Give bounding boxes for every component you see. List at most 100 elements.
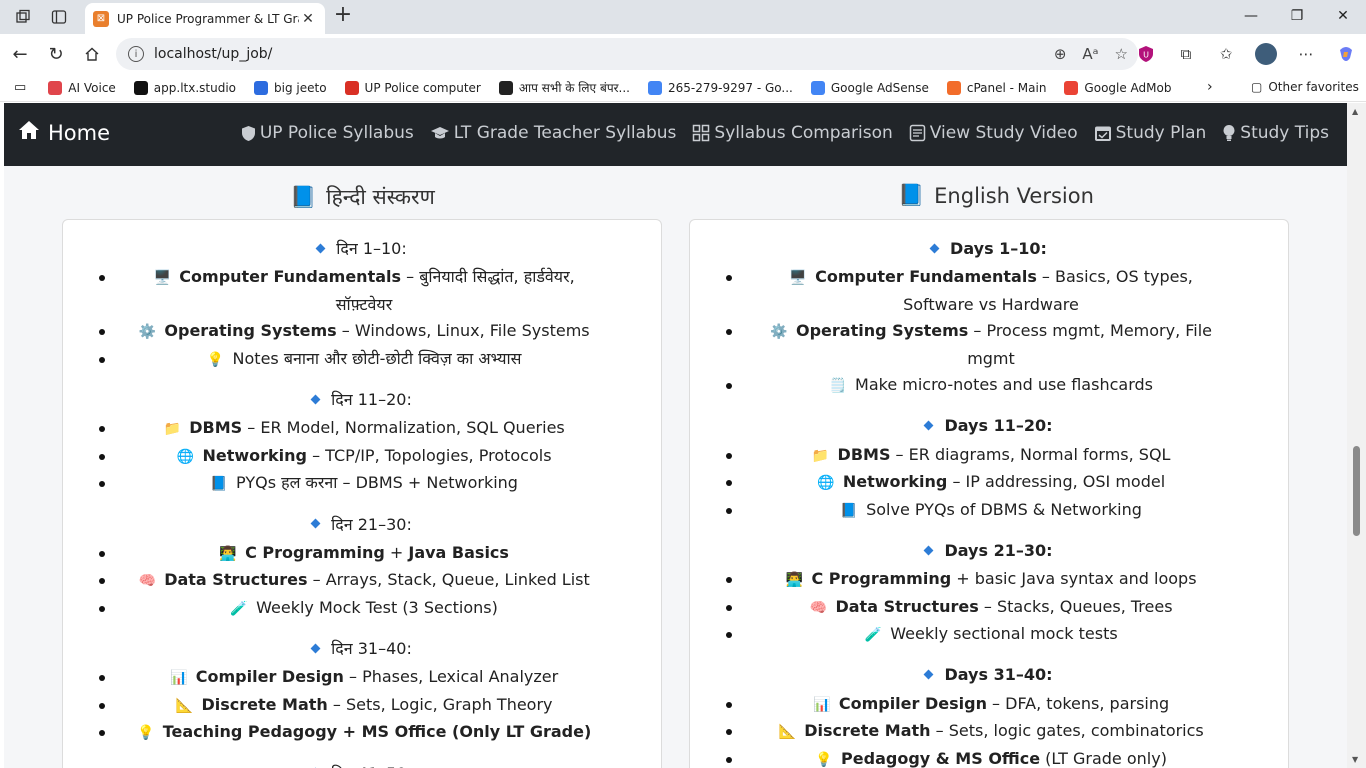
section-heading-text: Days 11–20: — [944, 416, 1053, 435]
section-heading: दिन 21–30: — [63, 508, 661, 540]
scrollbar-thumb[interactable] — [1353, 446, 1360, 536]
section-heading-text: Days 21–30: — [944, 540, 1053, 560]
topic-list: 🖥️ Computer Fundamentals – बुनियादी सिद्ध… — [63, 264, 661, 373]
topic-detail: – TCP/IP, Topologies, Protocols — [306, 445, 552, 465]
extensions-icon[interactable]: ⧉ — [1174, 42, 1198, 66]
topic-detail: – ER Model, Normalization, SQL Queries — [242, 418, 565, 437]
english-plan-card: Days 1–10: 🖥️ Computer Fundamentals – Basi… — [689, 219, 1289, 768]
favorite-item[interactable]: 265-279-9297 - Go... — [648, 79, 793, 96]
nav-link-syllabus-comparison[interactable]: Syllabus Comparison — [692, 123, 893, 143]
nav-link-study-tips[interactable]: Study Tips — [1222, 123, 1329, 143]
close-window-button[interactable]: ✕ — [1320, 0, 1366, 32]
video-list-icon — [909, 124, 926, 142]
plan-sections: दिन 1–10: 🖥️ Computer Fundamentals – बुनिय… — [63, 220, 661, 768]
brand-home-link[interactable]: Home — [18, 120, 110, 145]
e-icon — [498, 80, 513, 95]
nav-link-study-plan[interactable]: Study Plan — [1094, 123, 1206, 143]
scroll-up-icon[interactable]: ▲ — [1352, 107, 1358, 116]
topic-subject: Data Structures — [835, 596, 979, 616]
workspaces-icon[interactable] — [12, 6, 34, 28]
home-button[interactable] — [80, 42, 104, 66]
other-favorites[interactable]: ▢ Other favorites — [1251, 80, 1359, 94]
favorite-item[interactable]: app.ltx.studio — [133, 79, 236, 96]
nav-link-up-police-syllabus[interactable]: UP Police Syllabus — [241, 123, 414, 143]
close-tab-icon[interactable]: ✕ — [299, 11, 317, 27]
topic-detail: – Stacks, Queues, Trees — [978, 596, 1173, 616]
topic-item: 📁 DBMS – ER Model, Normalization, SQL Que… — [99, 415, 625, 443]
nav-link-label: Syllabus Comparison — [714, 123, 893, 143]
active-tab[interactable]: ⊠ UP Police Programmer & LT Grad ✕ — [85, 3, 325, 34]
favorite-item[interactable]: AI Voice — [48, 79, 116, 96]
favorite-label: Google AdSense — [830, 80, 929, 95]
nav-link-view-study-video[interactable]: View Study Video — [909, 123, 1078, 143]
topic-emoji-icon: 🧪 — [864, 627, 883, 643]
favorite-star-icon[interactable]: ☆ — [1115, 45, 1128, 63]
plan-section: दिन 11–20: 📁 DBMS – ER Model, Normalizatio… — [63, 383, 661, 508]
extension-u-icon[interactable]: U — [1134, 42, 1158, 66]
topic-item: ⚙️ Operating Systems – Process mgmt, Memo… — [726, 318, 1252, 372]
favorite-item[interactable]: Google AdSense — [810, 79, 929, 96]
favorites-icon[interactable]: ✩ — [1214, 42, 1238, 66]
section-heading-text: Days 1–10: — [950, 238, 1047, 258]
book-icon: 📘 — [290, 184, 317, 209]
topic-item: 📁 DBMS – ER diagrams, Normal forms, SQL — [726, 442, 1252, 470]
shield-icon — [241, 125, 256, 142]
read-aloud-icon[interactable]: Aᵃ — [1082, 45, 1098, 63]
nav-links: UP Police Syllabus LT Grade Teacher Sylla… — [241, 123, 1329, 143]
topic-emoji-icon: 🖥️ — [153, 270, 171, 286]
topic-emoji-icon: 💡 — [206, 351, 225, 368]
new-tab-button[interactable]: + — [332, 4, 354, 26]
topic-detail: Make micro-notes and use flashcards — [855, 375, 1153, 394]
back-button[interactable]: ← — [8, 42, 32, 66]
ltx-icon — [133, 80, 148, 95]
site-info-icon[interactable]: i — [128, 46, 144, 62]
url-text: localhost/up_job/ — [154, 46, 273, 62]
topic-subject: Discrete Math — [804, 721, 931, 740]
english-title: 📘 English Version — [898, 183, 1094, 208]
minimize-button[interactable]: — — [1228, 0, 1274, 32]
topic-item: ⚙️ Operating Systems – Windows, Linux, Fi… — [99, 318, 625, 346]
restore-button[interactable]: ❐ — [1274, 0, 1320, 32]
address-bar[interactable]: i localhost/up_job/ ⊕ Aᵃ ☆ — [116, 38, 1138, 70]
diamond-icon — [310, 643, 321, 653]
diamond-icon — [924, 669, 934, 680]
nav-link-lt-grade-teacher-syllabus[interactable]: LT Grade Teacher Syllabus — [430, 123, 676, 143]
topic-detail: (LT Grade only) — [1040, 748, 1167, 768]
favorite-item[interactable]: cPanel - Main — [946, 79, 1046, 96]
topic-emoji-icon: 🌐 — [176, 448, 195, 465]
favorite-item[interactable]: big jeeto — [254, 79, 327, 96]
favorite-item[interactable]: UP Police computer — [344, 79, 481, 96]
topic-emoji-icon: 📊 — [813, 696, 831, 713]
plan-sections: Days 1–10: 🖥️ Computer Fundamentals – Basi… — [690, 220, 1288, 768]
favorite-label: 265-279-9297 - Go... — [668, 80, 793, 95]
vertical-tabs-icon[interactable] — [48, 6, 70, 28]
topic-subject: Networking — [202, 445, 307, 465]
hindi-plan-card: दिन 1–10: 🖥️ Computer Fundamentals – बुनिय… — [62, 219, 662, 768]
admob-icon — [1064, 80, 1079, 95]
favorites-bar: ▭ AI Voice app.ltx.studio big jeeto UP Poli… — [0, 74, 1366, 102]
topic-emoji-icon: 📐 — [778, 724, 796, 740]
favorite-item[interactable]: Google AdMob — [1064, 79, 1171, 96]
copilot-icon[interactable] — [1334, 42, 1358, 66]
favorite-item[interactable]: आप सभी के लिए बंपर... — [498, 79, 630, 96]
topic-subject: Teaching Pedagogy + MS Office (Only LT G… — [162, 722, 592, 741]
reading-icon[interactable]: ▭ — [14, 80, 26, 95]
topic-detail: – Sets, logic gates, combinatorics — [930, 721, 1204, 740]
section-heading-text: दिन 11–20: — [331, 390, 412, 409]
scroll-down-icon[interactable]: ▼ — [1352, 755, 1358, 764]
topic-item: 💡 Notes बनाना और छोटी-छोटी क्विज़ का अभ्य… — [99, 346, 625, 374]
profile-avatar[interactable] — [1254, 42, 1278, 66]
more-menu-icon[interactable]: ⋯ — [1294, 42, 1318, 66]
page-scrollbar[interactable]: ▲ ▼ — [1347, 103, 1366, 768]
chevron-right-icon[interactable]: › — [1207, 79, 1213, 95]
topic-item: 📐 Discrete Math – Sets, logic gates, comb… — [726, 718, 1252, 746]
zoom-icon[interactable]: ⊕ — [1054, 45, 1067, 63]
topic-list: 📁 DBMS – ER Model, Normalization, SQL Que… — [63, 415, 661, 498]
reload-button[interactable]: ↻ — [44, 42, 68, 66]
topic-detail: + basic Java syntax and loops — [951, 569, 1197, 588]
topic-detail: – IP addressing, OSI model — [947, 472, 1166, 491]
